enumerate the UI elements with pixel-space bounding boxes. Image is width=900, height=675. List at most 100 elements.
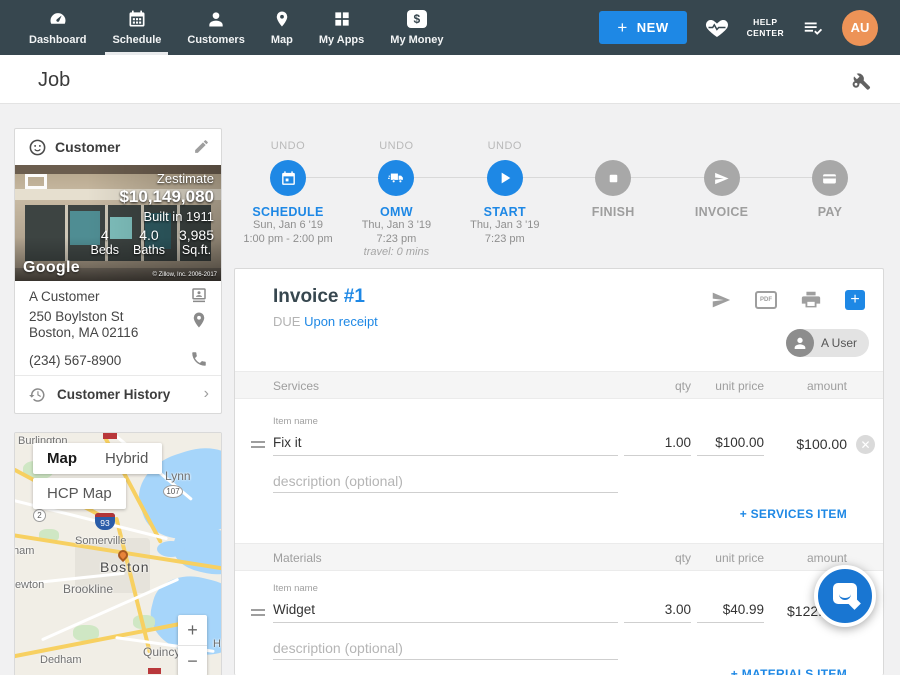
timeline-step-start: UNDO START Thu, Jan 3 '19 7:23 pm [451, 132, 559, 264]
finish-step-button[interactable] [595, 160, 631, 196]
map-label-somerville: Somerville [75, 535, 126, 547]
start-step-button[interactable] [487, 160, 523, 196]
materials-header-row: Materials qty unit price amount [235, 543, 884, 571]
map-water [157, 541, 185, 557]
phone-icon[interactable] [190, 350, 208, 368]
step-travel: travel: 0 mins [342, 246, 450, 260]
step-label: FINISH [559, 205, 667, 219]
baths-label: Baths [133, 243, 165, 257]
built-year: Built in 1911 [90, 209, 214, 224]
nav-label: Dashboard [29, 34, 86, 46]
add-materials-item-link[interactable]: + MATERIALS ITEM [731, 667, 847, 675]
material-unit-price-input[interactable] [697, 597, 764, 623]
service-item-name-input[interactable] [273, 430, 618, 456]
customer-address-line1: 250 Boylston St [29, 309, 124, 324]
nav-item-schedule[interactable]: Schedule [99, 0, 174, 55]
timeline-step-schedule: UNDO SCHEDULE Sun, Jan 6 '19 1:00 pm - 2… [234, 132, 342, 264]
materials-heading: Materials [273, 551, 322, 565]
zestimate-label: Zestimate [90, 171, 214, 186]
undo-spacer [559, 140, 667, 153]
help-center-line2: CENTER [747, 28, 784, 39]
omw-step-button[interactable] [378, 160, 414, 196]
map-zoom-out-button[interactable]: − [178, 646, 207, 675]
property-photo[interactable]: Zestimate $10,149,080 Built in 1911 4Bed… [15, 165, 221, 281]
task-list-icon[interactable] [801, 17, 825, 39]
map-label-dedham: Dedham [40, 654, 82, 666]
invoice-step-button[interactable] [704, 160, 740, 196]
drag-handle[interactable] [251, 441, 265, 449]
nav-item-customers[interactable]: Customers [174, 0, 257, 55]
edit-pencil-icon[interactable] [193, 138, 210, 155]
step-time: 7:23 pm [451, 233, 559, 247]
pay-step-button[interactable] [812, 160, 848, 196]
delete-item-button[interactable]: ✕ [856, 435, 875, 454]
unit-price-column-header: unit price [697, 551, 764, 565]
service-description-input[interactable] [273, 469, 618, 493]
pdf-icon[interactable]: PDF [755, 291, 777, 309]
service-qty-input[interactable] [624, 430, 691, 456]
print-icon[interactable] [800, 289, 822, 311]
zestimate-overlay: Zestimate $10,149,080 Built in 1911 4Bed… [90, 171, 214, 257]
chat-bubble-button[interactable] [814, 565, 876, 627]
beds-label: Beds [90, 243, 119, 257]
invoice-due: DUE Upon receipt [273, 314, 378, 329]
map-marker [148, 668, 161, 674]
schedule-step-button[interactable] [270, 160, 306, 196]
material-description-input[interactable] [273, 636, 618, 660]
map-card: Burlington Lynn 107 2 93 Somerville ham … [14, 432, 222, 675]
undo-button[interactable]: UNDO [234, 140, 342, 153]
due-value-link[interactable]: Upon receipt [304, 314, 378, 329]
material-item-name-input[interactable] [273, 597, 618, 623]
stop-icon [607, 172, 620, 185]
speedometer-icon [47, 7, 69, 31]
add-services-item-link[interactable]: + SERVICES ITEM [740, 507, 847, 521]
undo-button[interactable]: UNDO [451, 140, 559, 153]
step-time: 7:23 pm [342, 233, 450, 247]
nav-item-map[interactable]: Map [258, 0, 306, 55]
route-2-shield: 2 [33, 509, 46, 522]
send-invoice-icon[interactable] [710, 289, 732, 311]
assignee-chip[interactable]: A User [786, 329, 869, 357]
location-pin-icon[interactable] [190, 311, 208, 329]
map-label-ham: ham [15, 545, 34, 557]
drag-handle[interactable] [251, 609, 265, 617]
nav-label: Schedule [112, 34, 161, 46]
new-button[interactable]: + NEW [599, 11, 686, 44]
heart-pulse-icon[interactable] [704, 16, 730, 40]
image-flag-icon [25, 174, 47, 189]
map-zoom-in-button[interactable]: + [178, 615, 207, 645]
contact-card-icon[interactable] [190, 286, 208, 304]
nav-label: My Money [390, 34, 443, 46]
amount-column-header: amount [759, 551, 847, 565]
history-icon [28, 386, 46, 404]
user-avatar[interactable]: AU [842, 10, 878, 46]
interstate-93-shield: 93 [95, 513, 115, 530]
map-canvas[interactable]: Burlington Lynn 107 2 93 Somerville ham … [15, 433, 221, 675]
step-label: OMW [342, 205, 450, 219]
nav-label: Map [271, 34, 293, 46]
customer-phone: (234) 567-8900 [29, 353, 121, 368]
invoice-number[interactable]: #1 [344, 286, 365, 307]
nav-item-my-apps[interactable]: My Apps [306, 0, 377, 55]
customer-face-icon [28, 138, 47, 157]
google-logo: Google [23, 259, 80, 277]
undo-button[interactable]: UNDO [342, 140, 450, 153]
service-unit-price-input[interactable] [697, 430, 764, 456]
job-settings-wrench-icon[interactable] [848, 68, 872, 92]
material-qty-input[interactable] [624, 597, 691, 623]
help-center-link[interactable]: HELP CENTER [747, 17, 784, 38]
chevron-right-icon: › [204, 385, 209, 403]
hcp-map-button[interactable]: HCP Map [33, 478, 126, 509]
add-invoice-button[interactable]: + [845, 290, 865, 310]
item-name-label: Item name [273, 416, 318, 427]
customer-history-row[interactable]: Customer History › [15, 376, 221, 414]
map-type-hybrid-button[interactable]: Hybrid [91, 443, 162, 474]
unit-price-column-header: unit price [697, 379, 764, 393]
timeline-step-pay: PAY [776, 132, 884, 264]
plus-icon: + [617, 18, 627, 38]
nav-item-dashboard[interactable]: Dashboard [16, 0, 99, 55]
step-date: Thu, Jan 3 '19 [451, 219, 559, 233]
customer-name: A Customer [29, 289, 100, 304]
map-type-map-button[interactable]: Map [33, 443, 91, 474]
nav-item-my-money[interactable]: $ My Money [377, 0, 456, 55]
